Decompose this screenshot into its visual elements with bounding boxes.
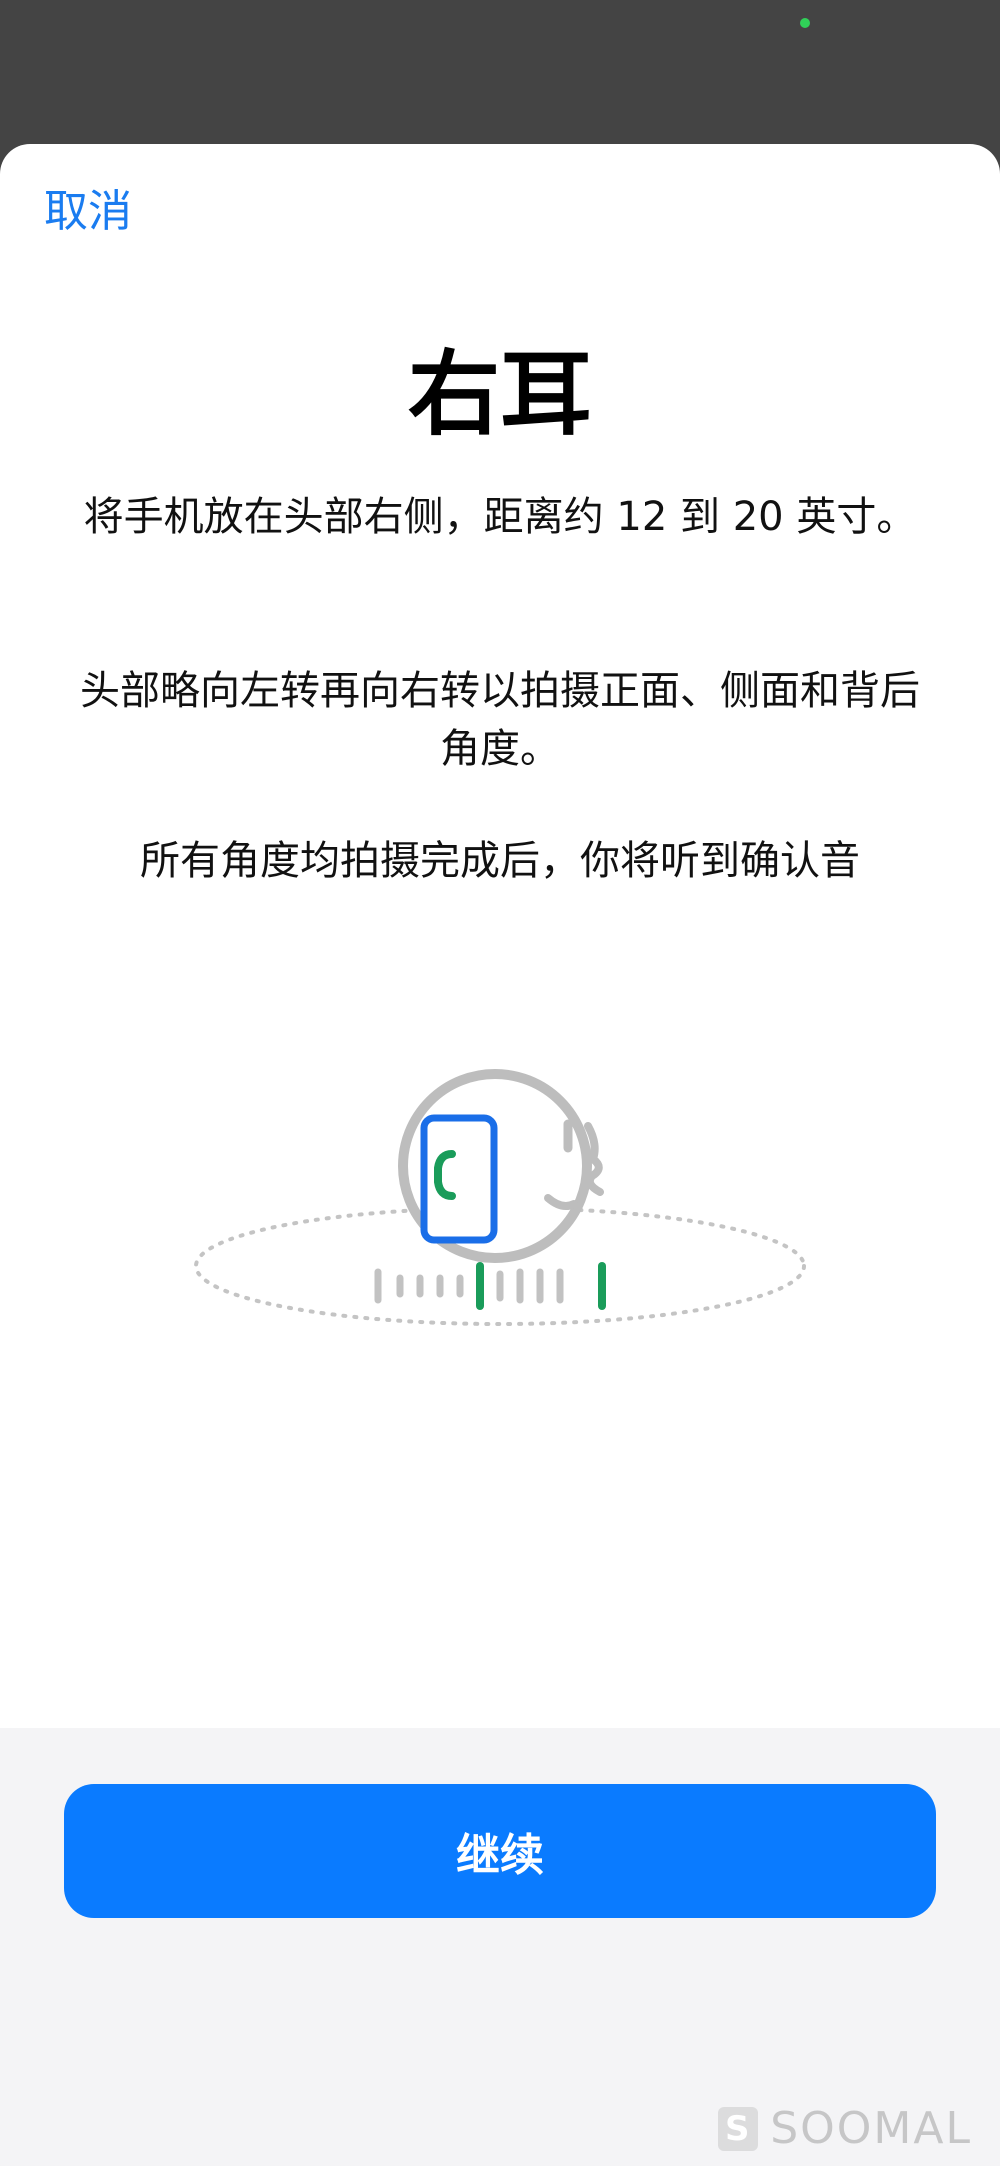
setup-sheet: 取消 右耳 将手机放在头部右侧，距离约 12 到 20 英寸。 头部略向左转再向…: [0, 144, 1000, 2166]
watermark-text: SOOMAL: [770, 2103, 972, 2154]
instruction-turn-head: 头部略向左转再向右转以拍摄正面、侧面和背后角度。: [80, 668, 920, 772]
instruction-distance: 将手机放在头部右侧，距离约 12 到 20 英寸。: [83, 494, 917, 540]
page-title: 右耳: [407, 341, 592, 448]
instruction-confirmation: 所有角度均拍摄完成后，你将听到确认音: [140, 838, 860, 884]
capture-progress-ticks: [374, 1262, 606, 1310]
continue-button[interactable]: 继续: [64, 1784, 936, 1918]
watermark-logo-icon: S: [718, 2106, 759, 2151]
watermark: S SOOMAL: [718, 2103, 972, 2154]
status-indicator-dot: [800, 18, 810, 28]
ear-scan-illustration: [194, 1069, 806, 1326]
bottom-bar: 继续 S SOOMAL: [0, 1728, 1000, 2166]
cancel-button[interactable]: 取消: [44, 190, 132, 234]
